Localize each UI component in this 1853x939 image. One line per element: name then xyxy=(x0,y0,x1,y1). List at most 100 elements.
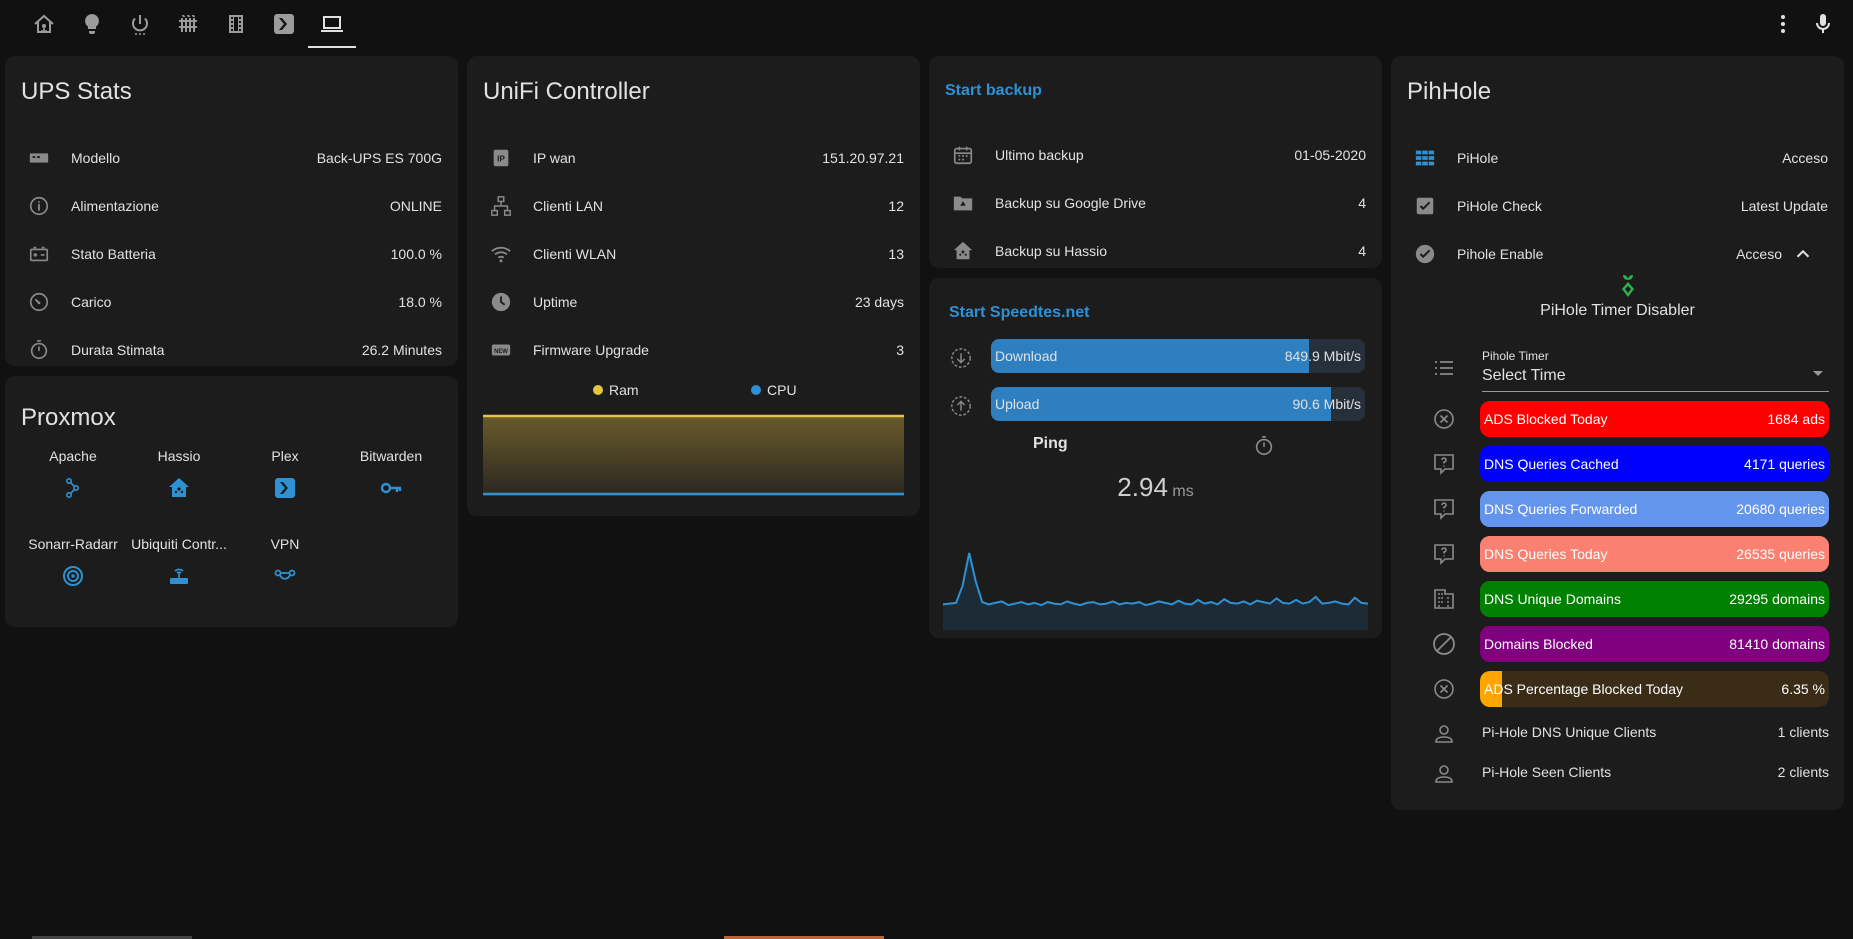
ups-row-power[interactable]: Alimentazione ONLINE xyxy=(5,186,458,226)
proxmox-card: Proxmox Apache Hassio Plex Bitwarden Son… xyxy=(5,376,458,627)
upload-bar[interactable]: Upload 90.6 Mbit/s xyxy=(991,387,1365,421)
tab-computer[interactable] xyxy=(308,8,356,48)
home-assistant-icon xyxy=(167,476,191,500)
select-value: Select Time xyxy=(1482,367,1566,384)
backup-row-hassio[interactable]: Backup su Hassio 4 xyxy=(929,231,1382,271)
folder-drive-icon xyxy=(949,189,977,217)
tile-label: VPN xyxy=(270,536,300,552)
row-label: Uptime xyxy=(533,294,578,310)
row-label: Alimentazione xyxy=(71,198,159,214)
proxmox-tile-apache[interactable]: Apache xyxy=(23,448,123,500)
ups-row-battery[interactable]: Stato Batteria 100.0 % xyxy=(5,234,458,274)
row-label: IP wan xyxy=(533,150,576,166)
pihole-bar-queries-today[interactable]: DNS Queries Today 26535 queries xyxy=(1480,536,1829,572)
download-bar[interactable]: Download 849.9 Mbit/s xyxy=(991,339,1365,373)
tab-lights[interactable] xyxy=(74,8,110,40)
tab-heating[interactable] xyxy=(170,8,206,40)
ping-readout: 2.94 ms xyxy=(929,472,1382,503)
bar-value: 6.35 % xyxy=(1781,681,1825,697)
timer-icon xyxy=(25,336,53,364)
tab-power[interactable] xyxy=(122,8,158,40)
bar-value: 81410 domains xyxy=(1729,636,1825,652)
download-icon xyxy=(950,347,972,369)
backup-row-last[interactable]: Ultimo backup 01-05-2020 xyxy=(929,135,1382,175)
bar-label: ADS Percentage Blocked Today xyxy=(1484,681,1683,697)
row-value: 12 xyxy=(888,198,904,214)
ups-row-runtime[interactable]: Durata Stimata 26.2 Minutes xyxy=(5,330,458,370)
check-circle-icon xyxy=(1411,240,1439,268)
row-label: Clienti WLAN xyxy=(533,246,617,262)
bar-label: DNS Queries Today xyxy=(1484,546,1608,562)
speedtest-card: Start Speedtes.net Download 849.9 Mbit/s… xyxy=(929,278,1382,638)
dropdown-arrow-icon xyxy=(1813,371,1823,376)
row-label: Backup su Google Drive xyxy=(995,195,1146,211)
comment-question-icon xyxy=(1432,452,1458,478)
unifi-row-lan[interactable]: Clienti LAN 12 xyxy=(467,186,920,226)
tab-home-network[interactable] xyxy=(26,8,62,40)
legend-cpu[interactable]: CPU xyxy=(751,382,797,398)
pihole-bar-ads-blocked[interactable]: ADS Blocked Today 1684 ads xyxy=(1480,401,1829,437)
proxmox-tile-ubiquiti[interactable]: Ubiquiti Contr... xyxy=(129,536,229,588)
row-label: PiHole xyxy=(1457,150,1499,166)
unifi-row-ip[interactable]: IP IP wan 151.20.97.21 xyxy=(467,138,920,178)
row-value: 26.2 Minutes xyxy=(361,342,442,358)
checkbox-icon xyxy=(1411,192,1439,220)
close-circle-icon xyxy=(1432,407,1458,433)
proxmox-tile-vpn[interactable]: VPN xyxy=(235,536,335,588)
ups-row-load[interactable]: Carico 18.0 % xyxy=(5,282,458,322)
tab-plex[interactable] xyxy=(266,8,302,40)
pihole-bar-unique-domains[interactable]: DNS Unique Domains 29295 domains xyxy=(1480,581,1829,617)
unifi-row-wlan[interactable]: Clienti WLAN 13 xyxy=(467,234,920,274)
voice-button[interactable] xyxy=(1805,8,1841,40)
ip-icon: IP xyxy=(487,144,515,172)
upload-icon xyxy=(950,395,972,417)
tile-label: Sonarr-Radarr xyxy=(28,536,118,552)
account-icon xyxy=(1432,762,1458,788)
row-value: 13 xyxy=(888,246,904,262)
pihole-grid-icon xyxy=(1411,144,1439,172)
bar-value: 1684 ads xyxy=(1767,411,1825,427)
tab-media[interactable] xyxy=(218,8,254,40)
backup-row-drive[interactable]: Backup su Google Drive 4 xyxy=(929,183,1382,223)
pihole-row-check[interactable]: PiHole Check Latest Update xyxy=(1391,186,1844,226)
pihole-row-status[interactable]: PiHole Acceso xyxy=(1391,138,1844,178)
comment-question-icon xyxy=(1432,497,1458,523)
legend-ram[interactable]: Ram xyxy=(593,382,639,398)
ups-row-model[interactable]: Modello Back-UPS ES 700G xyxy=(5,138,458,178)
pihole-bar-ads-percentage[interactable]: ADS Percentage Blocked Today 6.35 % xyxy=(1480,671,1829,707)
clock-icon xyxy=(487,288,515,316)
bar-label: ADS Blocked Today xyxy=(1484,411,1608,427)
menu-button[interactable] xyxy=(1765,8,1801,40)
unifi-row-uptime[interactable]: Uptime 23 days xyxy=(467,282,920,322)
toolbar xyxy=(0,0,1853,48)
pihole-row-enable[interactable]: Pihole Enable Acceso xyxy=(1391,234,1844,274)
ping-label: Ping xyxy=(1033,435,1068,452)
proxmox-tile-plex[interactable]: Plex xyxy=(235,448,335,500)
proxmox-tile-bitwarden[interactable]: Bitwarden xyxy=(341,448,441,500)
comment-question-icon xyxy=(1432,542,1458,568)
start-backup-button[interactable]: Start backup xyxy=(945,82,1042,100)
pihole-bar-queries-cached[interactable]: DNS Queries Cached 4171 queries xyxy=(1480,446,1829,482)
card-title: PihHole xyxy=(1407,78,1492,105)
plex-icon xyxy=(274,14,294,34)
ups-icon xyxy=(25,144,53,172)
router-icon xyxy=(167,564,191,588)
bar-label: DNS Queries Forwarded xyxy=(1484,501,1638,517)
proxmox-tile-hassio[interactable]: Hassio xyxy=(129,448,229,500)
pihole-bar-queries-forwarded[interactable]: DNS Queries Forwarded 20680 queries xyxy=(1480,491,1829,527)
pihole-bar-domains-blocked[interactable]: Domains Blocked 81410 domains xyxy=(1480,626,1829,662)
tile-label: Apache xyxy=(49,448,97,464)
gauge-icon xyxy=(25,288,53,316)
unifi-row-firmware[interactable]: NEW Firmware Upgrade 3 xyxy=(467,330,920,370)
legend-label: Ram xyxy=(609,382,639,398)
start-speedtest-button[interactable]: Start Speedtes.net xyxy=(949,304,1089,322)
pihole-logo-icon xyxy=(1617,273,1639,299)
row-label: Durata Stimata xyxy=(71,342,165,358)
key-icon xyxy=(379,476,403,500)
chevron-up-icon[interactable] xyxy=(1792,243,1814,265)
bar-label: DNS Unique Domains xyxy=(1484,591,1621,607)
proxmox-tile-sonarr-radarr[interactable]: Sonarr-Radarr xyxy=(23,536,123,588)
lan-icon xyxy=(487,192,515,220)
wifi-icon xyxy=(487,240,515,268)
pihole-timer-select[interactable]: Pihole Timer Select Time xyxy=(1482,349,1829,392)
